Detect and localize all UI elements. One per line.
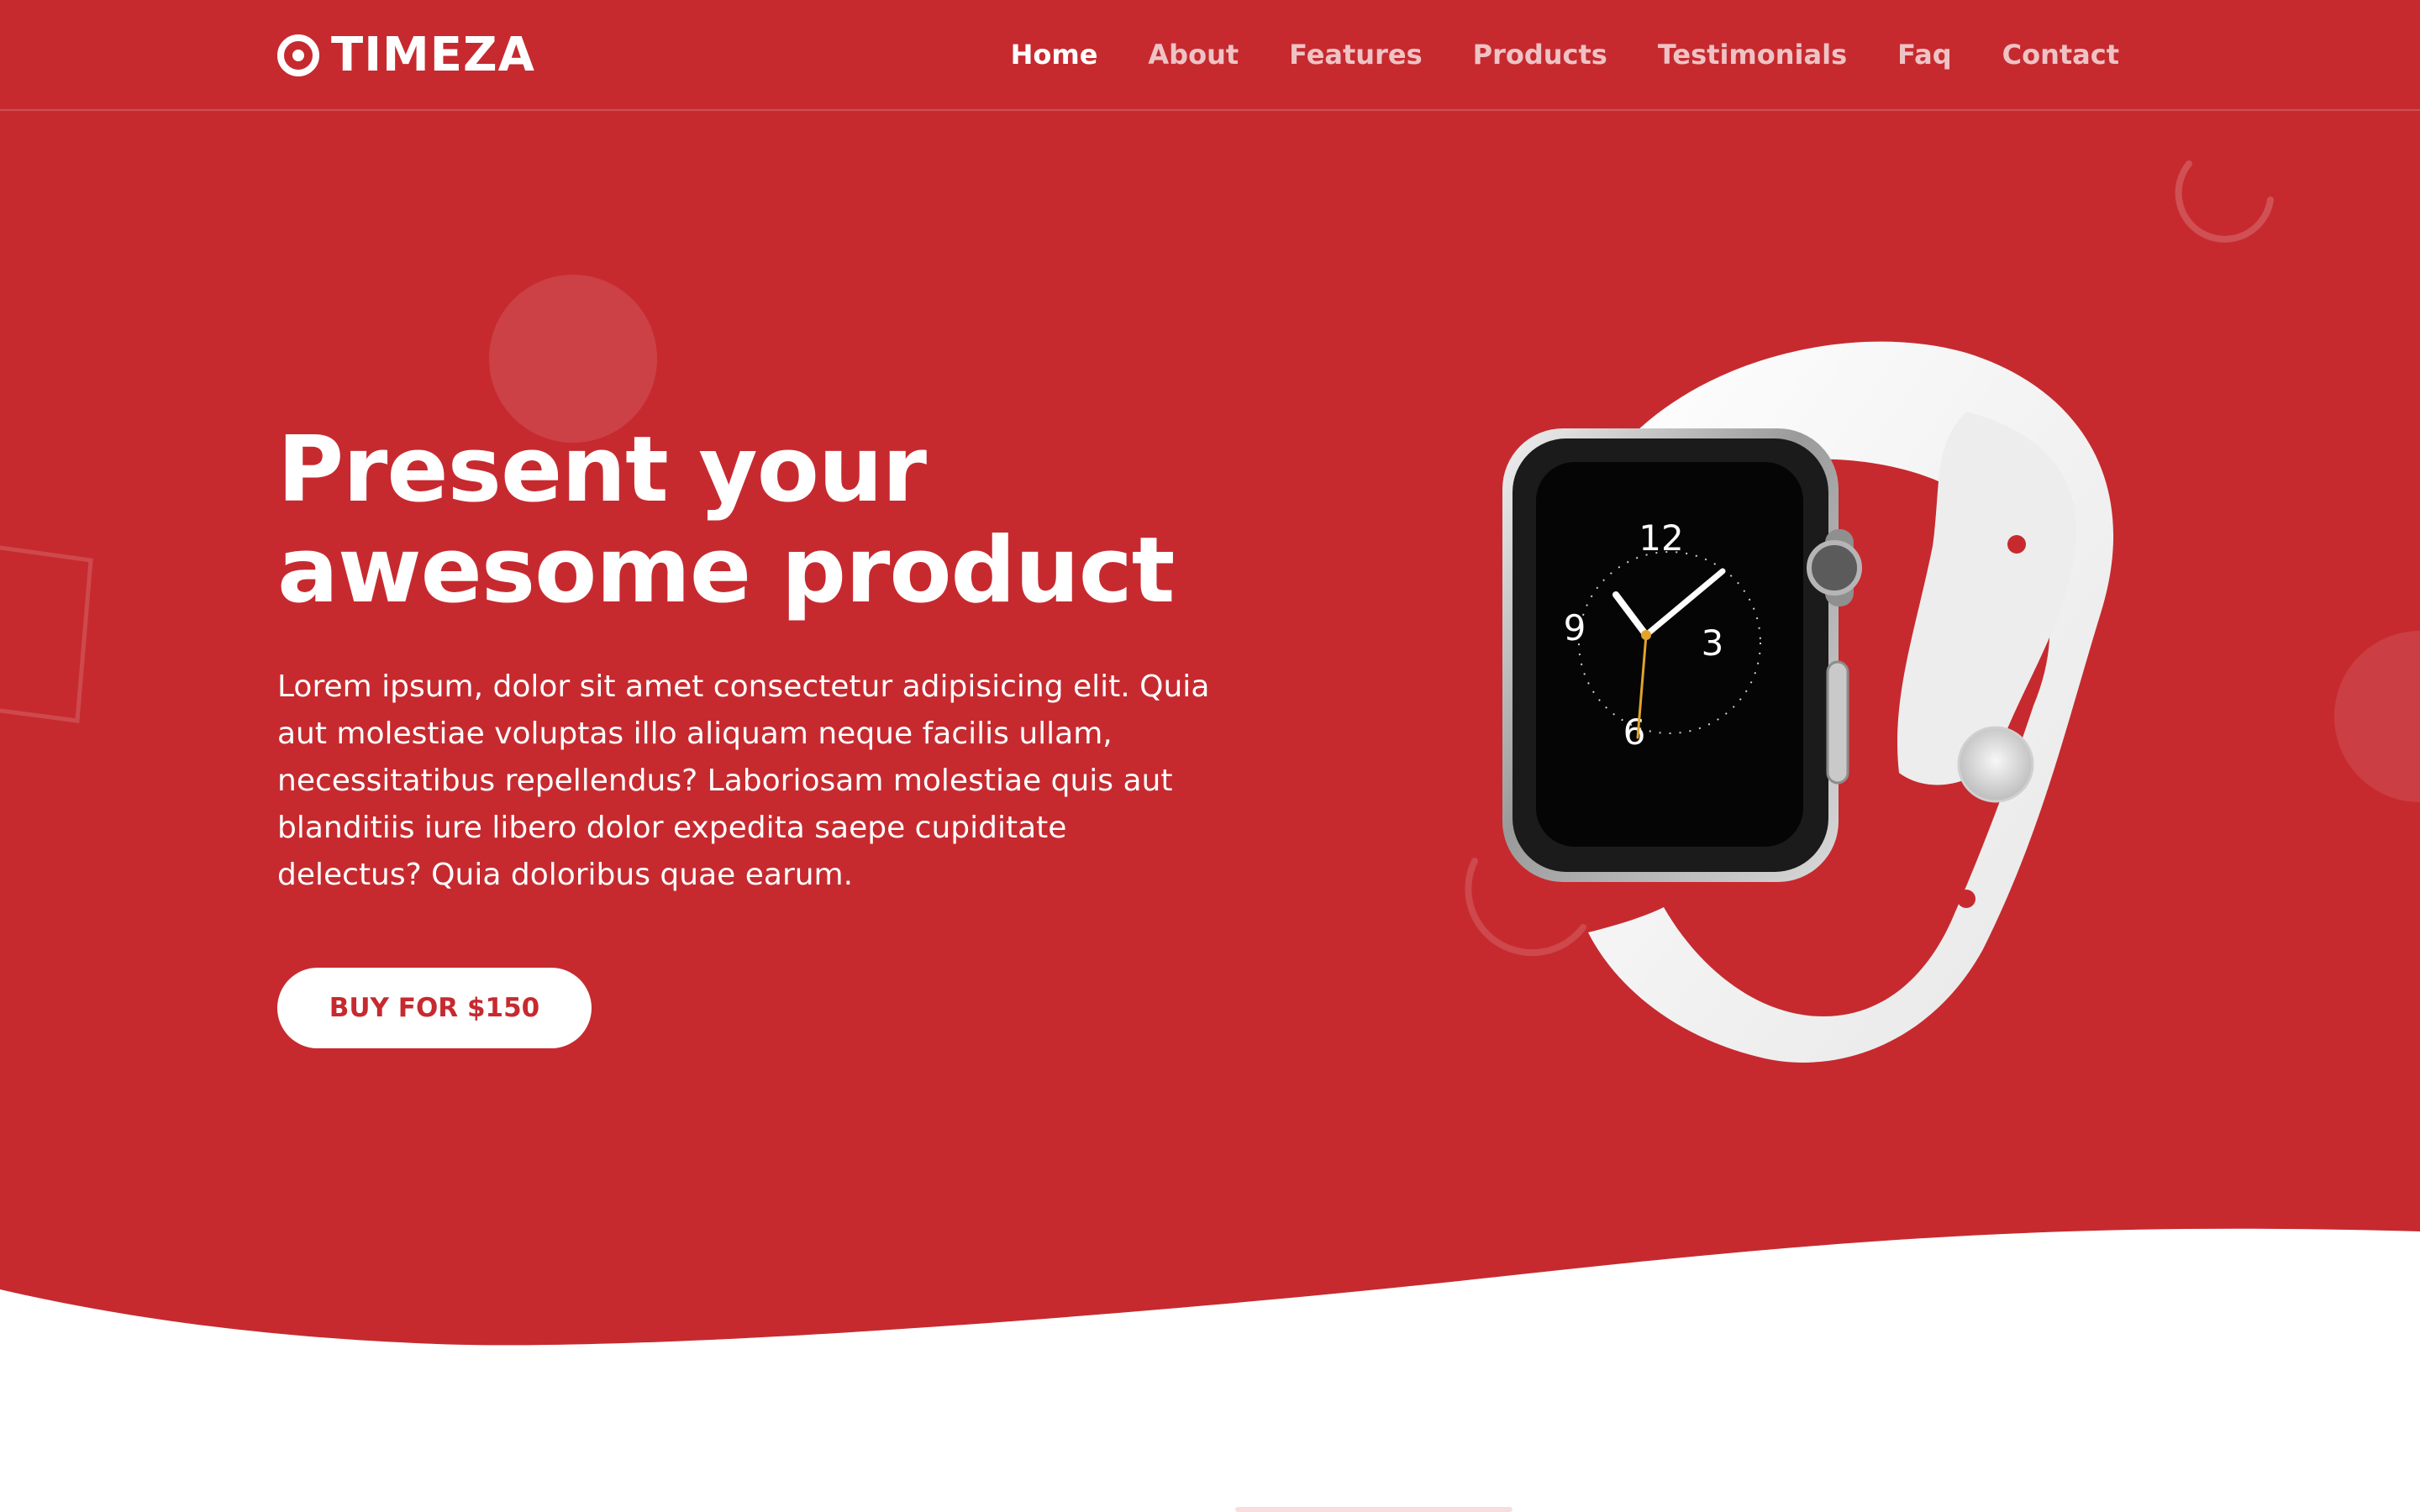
dial-number-9: 9 <box>1564 607 1586 648</box>
band-clasp <box>1957 726 2034 803</box>
dial-number-12: 12 <box>1639 517 1683 559</box>
brand-logo[interactable]: TIMEZA <box>277 32 535 79</box>
nav-item-testimonials[interactable]: Testimonials <box>1658 34 1847 76</box>
nav-menu: Home About Features Products Testimonial… <box>1011 34 2119 76</box>
watch-hand-pivot <box>1641 630 1651 640</box>
band-pin-hole-lower <box>1957 890 1975 908</box>
watch-crown-knob <box>1807 540 1862 596</box>
dial-number-6: 6 <box>1623 711 1646 753</box>
nav-item-about[interactable]: About <box>1148 34 1239 76</box>
band-pin-hole <box>2007 535 2026 554</box>
nav-item-home[interactable]: Home <box>1011 34 1098 76</box>
watch-side-button <box>1826 660 1849 785</box>
buy-button[interactable]: BUY FOR $150 <box>277 968 592 1048</box>
nav-item-faq[interactable]: Faq <box>1897 34 1951 76</box>
smartwatch-image: 12 3 6 9 <box>1502 341 2114 1063</box>
next-section-hint <box>1235 1507 1512 1512</box>
nav-item-contact[interactable]: Contact <box>2002 34 2119 76</box>
brand-name: TIMEZA <box>331 28 535 82</box>
hero-title-line-1: Present your <box>277 417 927 522</box>
hero-title: Present your awesome product <box>277 420 1235 622</box>
hero-description: Lorem ipsum, dolor sit amet consectetur … <box>277 669 1210 892</box>
top-navbar: TIMEZA Home About Features Products Test… <box>0 0 2420 111</box>
hero-content: Present your awesome product Lorem ipsum… <box>277 420 1235 1048</box>
nav-item-products[interactable]: Products <box>1473 34 1607 76</box>
target-icon <box>277 34 319 76</box>
hero-section: TIMEZA Home About Features Products Test… <box>0 0 2420 1512</box>
dial-number-3: 3 <box>1702 622 1724 664</box>
hero-title-line-2: awesome product <box>277 518 1175 623</box>
nav-item-features[interactable]: Features <box>1289 34 1422 76</box>
